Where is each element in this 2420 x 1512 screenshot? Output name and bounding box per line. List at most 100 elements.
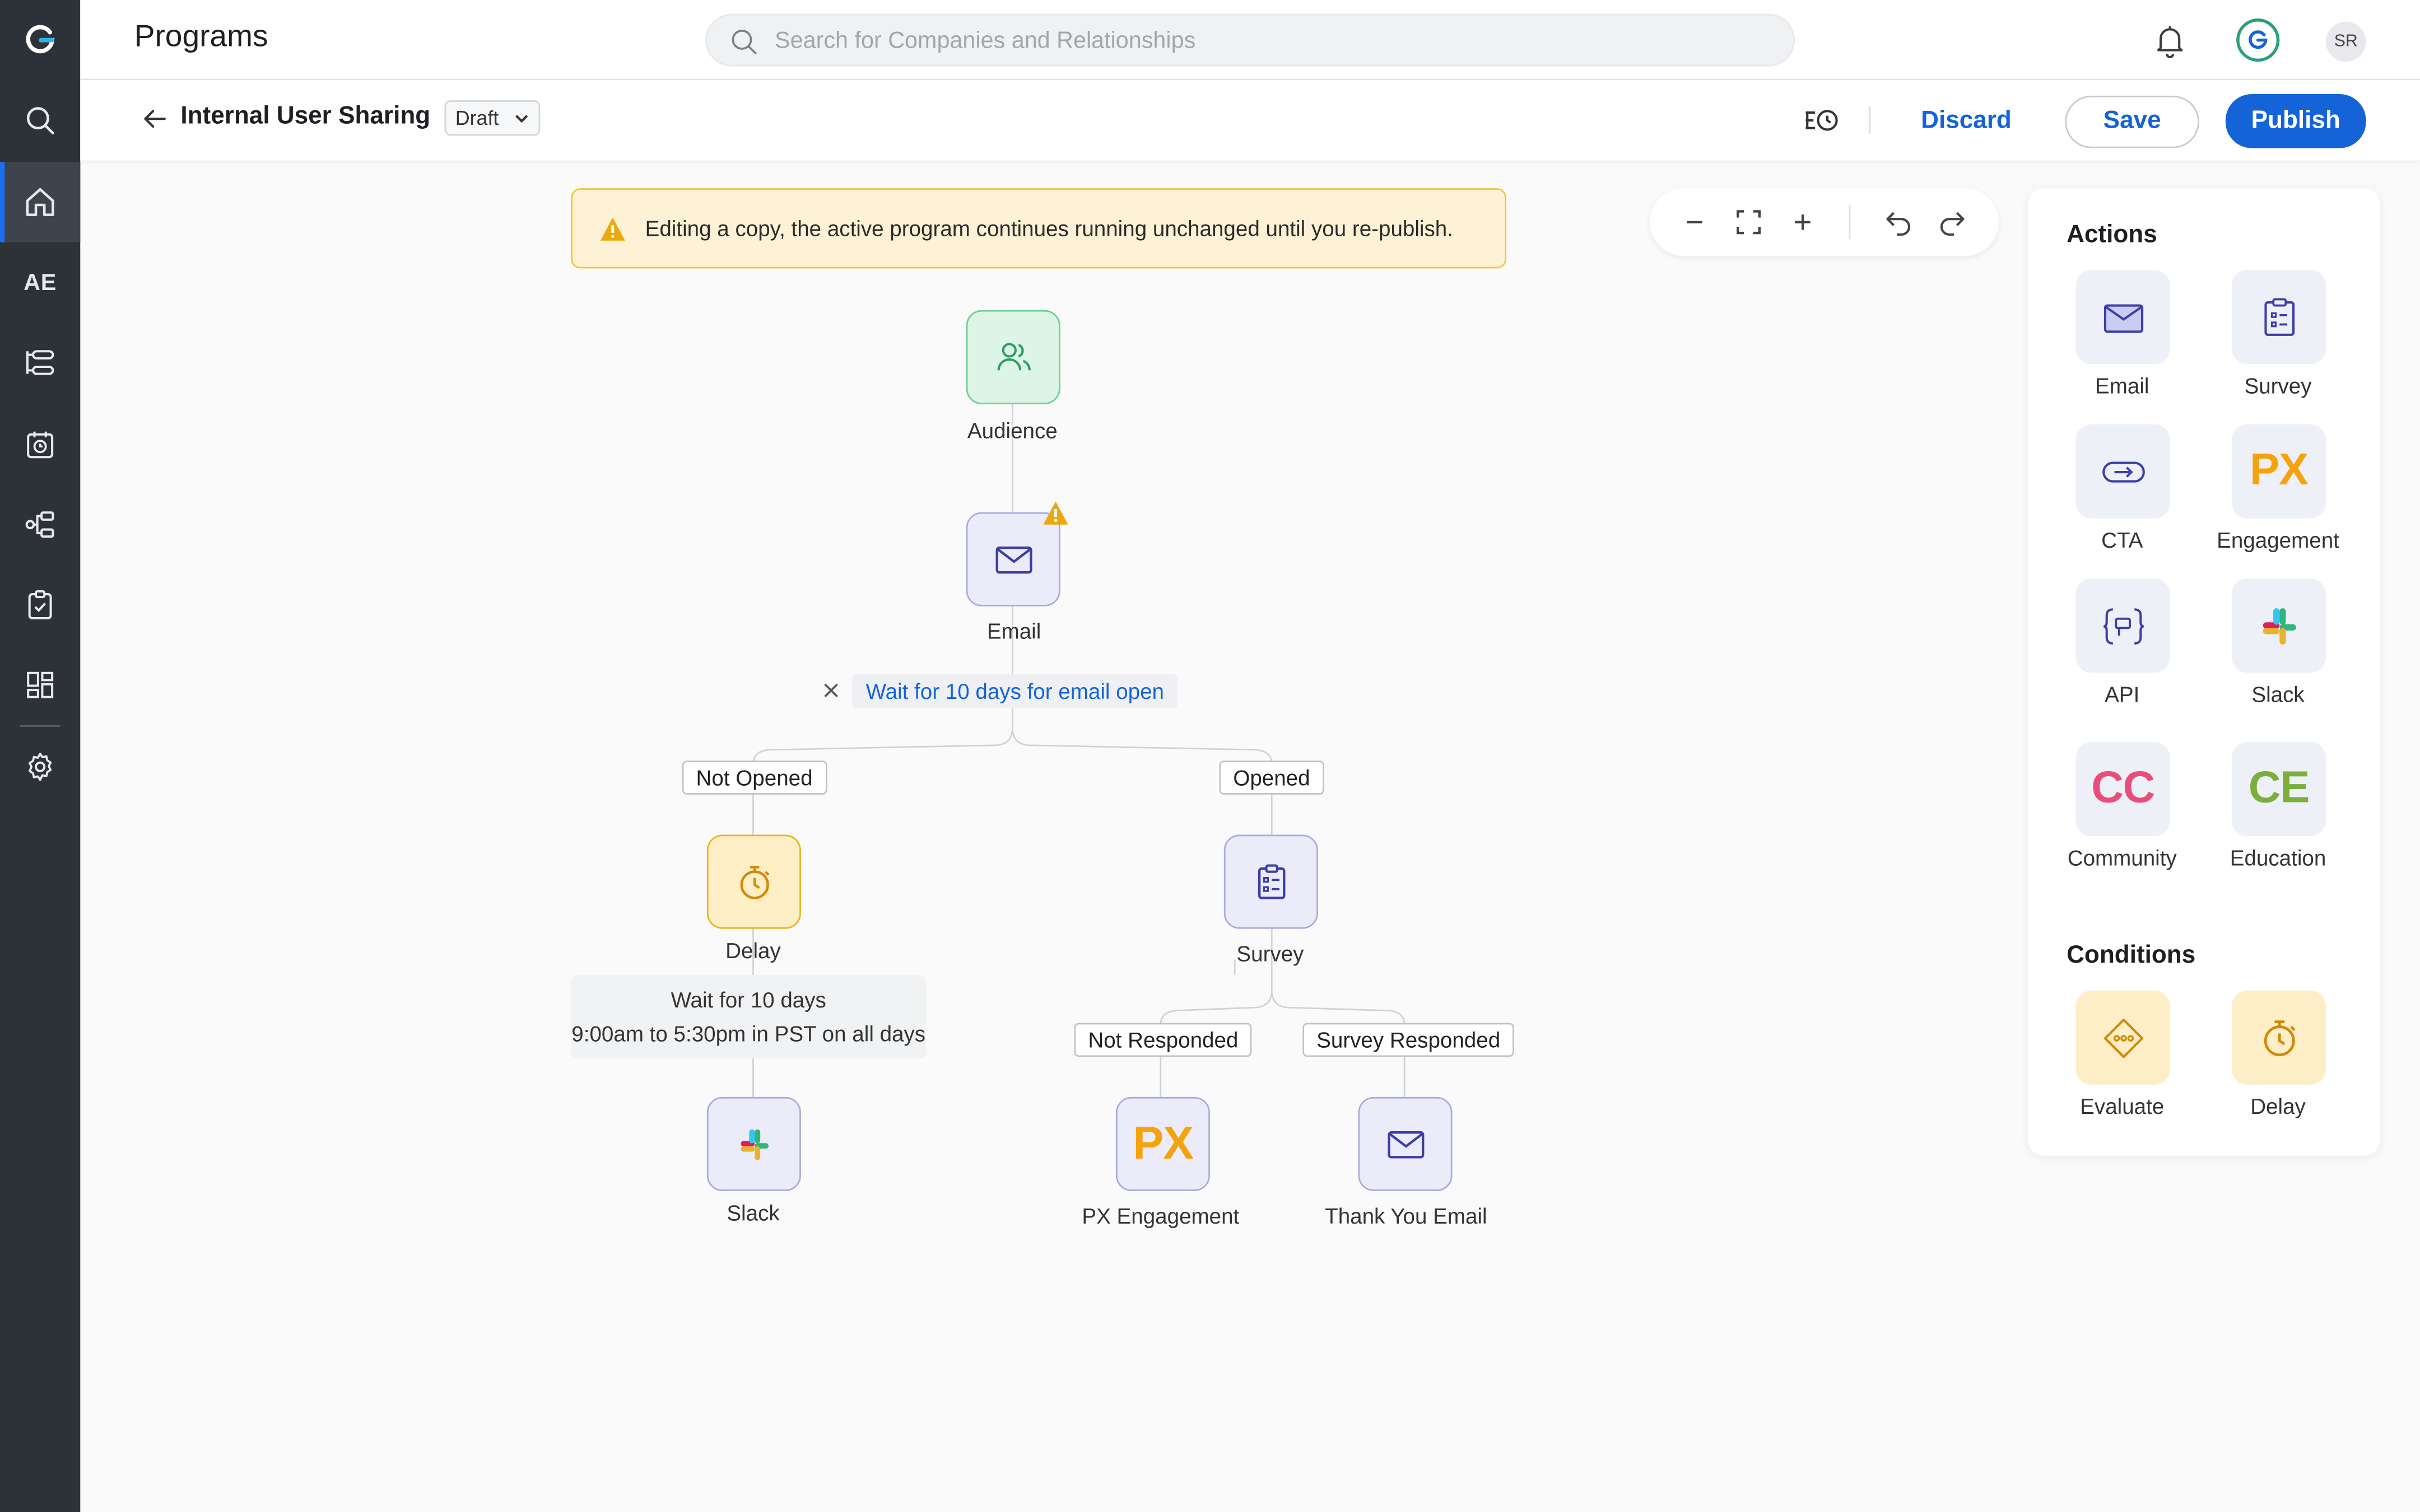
fit-to-screen-button[interactable]: [1730, 204, 1767, 241]
search-icon: [26, 107, 54, 134]
gainsight-logo[interactable]: [0, 0, 80, 80]
save-button[interactable]: Save: [2065, 95, 2200, 148]
clipboard-list-icon: [2264, 297, 2294, 335]
branch-label-not-responded[interactable]: Not Responded: [1074, 1023, 1253, 1057]
dashboard-icon: [27, 671, 54, 698]
actions-panel: Actions Email Survey CTA PX Engagement A…: [2028, 188, 2380, 1156]
px-engagement-label: PX Engagement: [1082, 1203, 1240, 1229]
warning-icon: [600, 217, 625, 241]
zoom-in-button[interactable]: [1784, 204, 1821, 241]
px-engagement-node[interactable]: PX: [1115, 1096, 1210, 1191]
slack-icon: [740, 1128, 768, 1160]
home-icon: [26, 188, 54, 216]
action-slack[interactable]: Slack: [2209, 578, 2348, 717]
rail-tasks[interactable]: [0, 564, 80, 645]
discard-button[interactable]: Discard: [1905, 96, 2028, 147]
action-email-label: Email: [2095, 373, 2149, 398]
redo-button[interactable]: [1934, 204, 1971, 241]
action-email[interactable]: Email: [2053, 270, 2191, 409]
gear-icon: [29, 753, 52, 781]
condition-evaluate-label: Evaluate: [2080, 1094, 2165, 1119]
action-engagement[interactable]: PX Engagement: [2209, 424, 2348, 563]
condition-evaluate[interactable]: Evaluate: [2053, 990, 2191, 1130]
engagement-mark: PX: [2249, 446, 2309, 496]
branch-label-opened[interactable]: Opened: [1219, 760, 1324, 795]
workflow-icon: [25, 511, 54, 538]
action-community[interactable]: CC Community: [2053, 742, 2191, 881]
px-mark: PX: [1133, 1118, 1194, 1169]
global-search[interactable]: [705, 13, 1795, 67]
rail-settings[interactable]: [0, 727, 80, 807]
calendar-clock-icon: [27, 431, 54, 459]
community-mark: CC: [2091, 763, 2155, 813]
delay-node[interactable]: [706, 834, 801, 929]
search-input[interactable]: [775, 15, 1763, 65]
rail-timeline[interactable]: [0, 323, 80, 403]
program-name: Internal User Sharing: [180, 103, 431, 130]
status-dropdown[interactable]: Draft: [444, 100, 541, 136]
slack-icon: [2262, 607, 2296, 644]
clipboard-list-icon: [1257, 864, 1285, 899]
action-survey-label: Survey: [2244, 373, 2312, 398]
education-mark: CE: [2248, 763, 2310, 813]
wait-condition-chip[interactable]: Wait for 10 days for email open: [851, 674, 1178, 708]
notification-bell-icon[interactable]: [2152, 22, 2189, 59]
action-community-label: Community: [2067, 845, 2177, 870]
survey-label: Survey: [1236, 941, 1304, 966]
action-cta-label: CTA: [2101, 528, 2143, 553]
version-history-icon[interactable]: [1803, 104, 1840, 138]
chevron-down-icon: [515, 115, 528, 123]
rail-search[interactable]: [0, 80, 80, 160]
gainsight-assist-avatar[interactable]: [2236, 18, 2280, 62]
thank-you-email-label: Thank You Email: [1325, 1203, 1487, 1229]
delay-duration-text: Wait for 10 days: [671, 987, 826, 1012]
rail-calendar[interactable]: [0, 404, 80, 484]
email-label: Email: [986, 618, 1041, 643]
plus-icon: [1795, 214, 1811, 230]
audience-node[interactable]: [966, 310, 1060, 404]
actions-heading: Actions: [2067, 222, 2157, 249]
delay-details[interactable]: Wait for 10 days 9:00am to 5:30pm in PST…: [571, 975, 927, 1058]
cta-arrow-icon: [2101, 461, 2144, 482]
user-avatar[interactable]: SR: [2325, 21, 2366, 62]
email-warning-icon[interactable]: [1042, 500, 1070, 526]
gainsight-g-icon: [2249, 30, 2268, 49]
rail-home[interactable]: [0, 162, 81, 242]
action-engagement-label: Engagement: [2217, 528, 2339, 553]
delay-label: Delay: [725, 938, 781, 963]
envelope-icon: [1387, 1130, 1424, 1158]
app-root: AE Programs SR: [0, 0, 2420, 1512]
toolbar-divider: [1869, 106, 1871, 134]
rail-ae-label: AE: [24, 269, 57, 296]
action-survey[interactable]: Survey: [2209, 270, 2348, 409]
action-cta[interactable]: CTA: [2053, 424, 2191, 563]
delay-window-text: 9:00am to 5:30pm in PST on all days: [571, 1021, 926, 1046]
canvas-controls: [1650, 188, 1999, 256]
evaluate-diamond-icon: [2103, 1018, 2143, 1057]
rail-dashboards[interactable]: [0, 645, 80, 725]
survey-node[interactable]: [1223, 834, 1318, 929]
close-icon[interactable]: [821, 680, 841, 701]
publish-button[interactable]: Publish: [2225, 94, 2366, 148]
email-node[interactable]: [966, 512, 1060, 606]
action-education[interactable]: CE Education: [2209, 742, 2348, 881]
branch-label-survey-responded[interactable]: Survey Responded: [1302, 1023, 1514, 1057]
rail-ae[interactable]: AE: [0, 242, 80, 323]
redo-icon: [1940, 212, 1965, 236]
fit-screen-icon: [1737, 210, 1761, 235]
thank-you-email-node[interactable]: [1358, 1096, 1453, 1191]
zoom-out-button[interactable]: [1676, 204, 1713, 241]
status-value: Draft: [455, 106, 499, 130]
rail-journey[interactable]: [0, 484, 80, 564]
condition-delay[interactable]: Delay: [2209, 990, 2348, 1130]
branch-label-not-opened[interactable]: Not Opened: [682, 760, 827, 795]
action-slack-label: Slack: [2251, 682, 2305, 707]
timeline-list-icon: [26, 350, 54, 375]
condition-delay-label: Delay: [2250, 1094, 2306, 1119]
undo-button[interactable]: [1880, 204, 1917, 241]
action-api[interactable]: API: [2053, 578, 2191, 717]
minus-icon: [1687, 221, 1702, 223]
slack-node[interactable]: [706, 1096, 801, 1191]
back-arrow-icon[interactable]: [139, 104, 170, 134]
banner-message: Editing a copy, the active program conti…: [645, 216, 1453, 241]
